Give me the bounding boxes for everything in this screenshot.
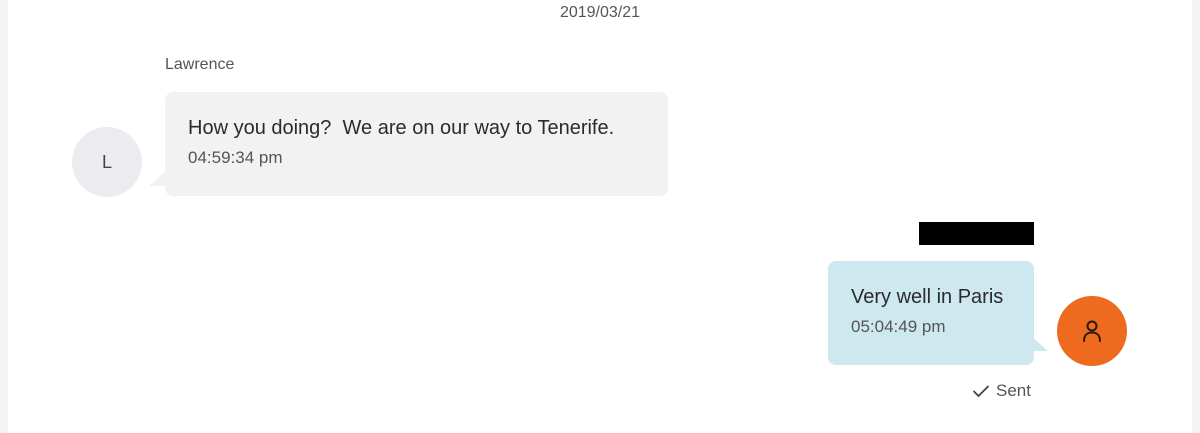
message-text: Very well in Paris xyxy=(851,286,1004,308)
avatar[interactable]: L xyxy=(72,127,142,197)
message-timestamp: 05:04:49 pm xyxy=(851,317,946,336)
message-timestamp: 04:59:34 pm xyxy=(188,148,283,167)
incoming-message-bubble[interactable]: How you doing? We are on our way to Tene… xyxy=(165,92,668,196)
avatar-initial: L xyxy=(101,151,112,172)
status-text: Sent xyxy=(996,381,1031,400)
check-icon xyxy=(973,385,989,397)
sender-name: Lawrence xyxy=(165,56,235,73)
user-icon xyxy=(1083,320,1101,342)
message-text: How you doing? We are on our way to Tene… xyxy=(188,117,615,139)
redacted-sender-name xyxy=(919,222,1034,245)
delivery-status: Sent xyxy=(972,381,1031,401)
date-divider: 2019/03/21 xyxy=(559,4,641,21)
avatar[interactable] xyxy=(1057,296,1127,366)
outgoing-message-bubble[interactable]: Very well in Paris 05:04:49 pm xyxy=(828,261,1034,365)
